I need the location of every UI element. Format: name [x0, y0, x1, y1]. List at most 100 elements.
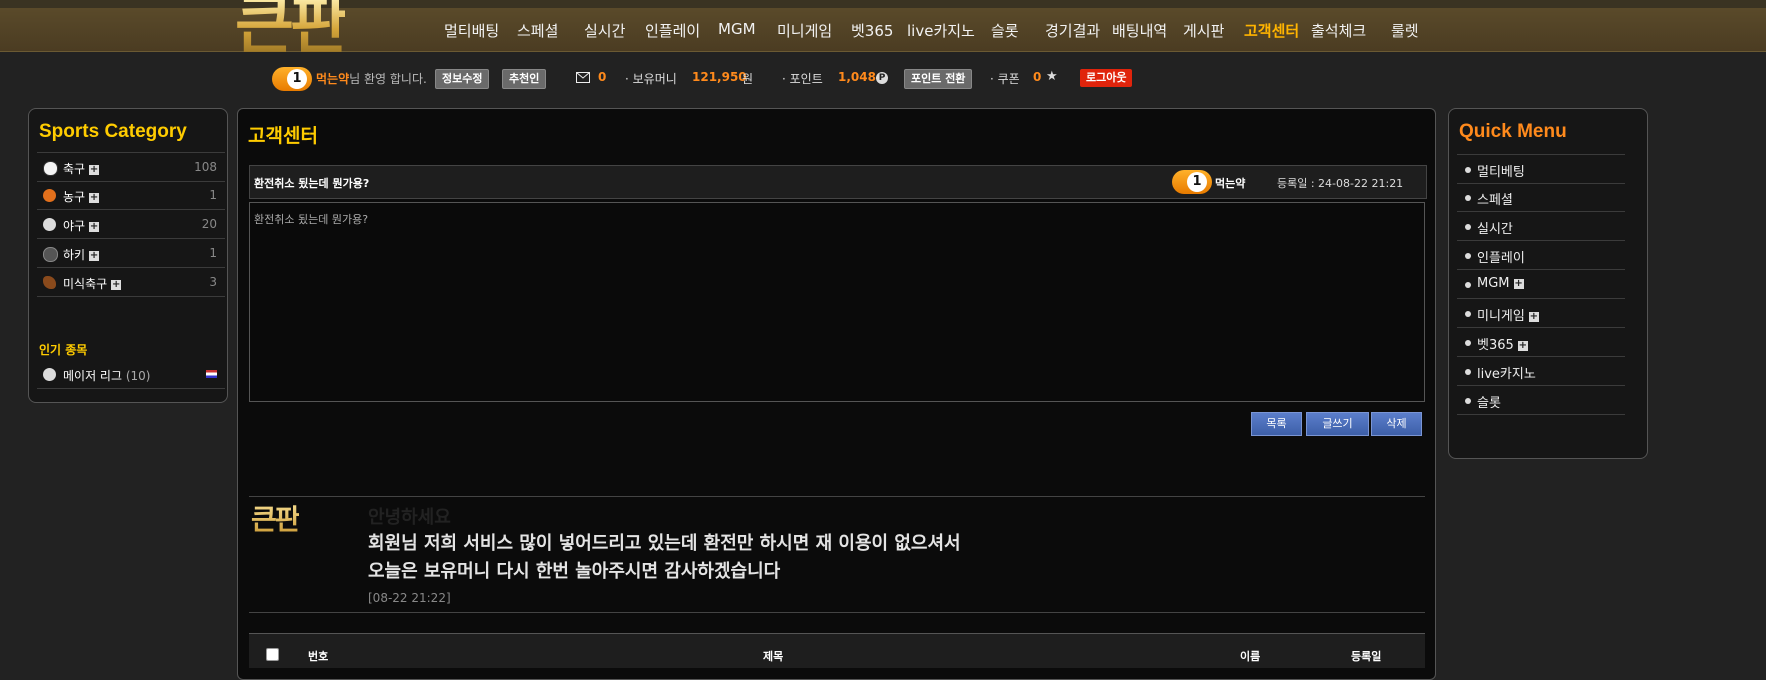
sports-category-panel: Sports Category 축구 + 108 농구 + 1 야구 + 20 하키 +… [28, 108, 228, 403]
quick-item-live[interactable]: 실시간 [1457, 212, 1625, 241]
quick-item-live-casino[interactable]: live카지노 [1457, 357, 1625, 386]
expand-icon[interactable]: + [89, 193, 100, 203]
user-greeting: 먹는약님 환영 합니다. [316, 72, 427, 86]
expand-icon[interactable]: + [89, 165, 100, 175]
nav-live[interactable]: 실시간 [584, 20, 625, 41]
sport-item-basketball[interactable]: 농구 + 1 [37, 181, 225, 210]
star-icon: ★ [1046, 69, 1058, 84]
mail-icon[interactable] [576, 72, 590, 86]
point-label: · 포인트 [782, 72, 823, 86]
nav-minigame[interactable]: 미니게임 [777, 20, 832, 41]
list-button[interactable]: 목록 [1251, 412, 1302, 436]
reply-date: [08-22 21:22] [368, 591, 451, 605]
point-convert-button[interactable]: 포인트 전환 [904, 69, 973, 89]
write-button[interactable]: 글쓰기 [1306, 412, 1369, 436]
col-name: 이름 [1240, 650, 1261, 663]
nav-bet-history[interactable]: 배팅내역 [1112, 20, 1167, 41]
bullet-icon [1465, 253, 1471, 259]
basketball-icon [43, 189, 56, 202]
american-football-icon [43, 276, 56, 289]
expand-icon[interactable]: + [1517, 341, 1528, 351]
sport-item-american-football[interactable]: 미식축구 + 3 [37, 268, 225, 297]
nav-mgm[interactable]: MGM [718, 20, 756, 38]
baseball-icon [43, 218, 56, 231]
bullet-icon [1465, 167, 1471, 173]
point-icon: P [876, 72, 888, 84]
logout-button[interactable]: 로그아웃 [1080, 69, 1133, 87]
select-all-checkbox[interactable] [266, 648, 279, 661]
post-subject: 환전취소 됬는데 뭔가용? [254, 177, 370, 190]
money-value: 121,950 [692, 70, 747, 84]
admin-reply: 큰판 안녕하세요 회원님 저희 서비스 많이 넣어드리고 있는데 환전만 하시면… [249, 496, 1425, 613]
popular-item-mlb[interactable]: 메이저 리그 (10) [37, 360, 225, 389]
nav-bet365[interactable]: 벳365 [851, 20, 893, 41]
nav-attendance[interactable]: 출석체크 [1311, 20, 1366, 41]
nav-multi-betting[interactable]: 멀티배팅 [444, 20, 499, 41]
nav-results[interactable]: 경기결과 [1045, 20, 1100, 41]
hockey-icon [43, 247, 58, 262]
sport-item-soccer[interactable]: 축구 + 108 [37, 152, 225, 182]
expand-icon[interactable]: + [1528, 312, 1539, 322]
nav-board[interactable]: 게시판 [1183, 20, 1224, 41]
bullet-icon [1465, 282, 1471, 288]
customer-center-content: 고객센터 환전취소 됬는데 뭔가용? 1 먹는약 등록일 : 24-08-22 … [237, 108, 1436, 680]
bullet-icon [1465, 311, 1471, 317]
post-header: 환전취소 됬는데 뭔가용? 1 먹는약 등록일 : 24-08-22 21:21 [249, 165, 1427, 199]
bullet-icon [1465, 224, 1471, 230]
post-date: 등록일 : 24-08-22 21:21 [1277, 177, 1404, 190]
expand-icon[interactable]: + [89, 222, 100, 232]
post-body-text: 환전취소 됬는데 뭔가용? [254, 213, 369, 226]
recommender-button[interactable]: 추천인 [502, 69, 547, 89]
page-title: 고객센터 [248, 125, 318, 147]
sport-item-hockey[interactable]: 하키 + 1 [37, 239, 225, 268]
quick-menu-title: Quick Menu [1459, 121, 1567, 142]
soccer-ball-icon [43, 161, 58, 176]
col-subject: 제목 [763, 650, 784, 663]
post-author: 먹는약 [1215, 177, 1246, 190]
reply-greeting: 안녕하세요 [368, 507, 451, 528]
reply-line-1: 회원님 저희 서비스 많이 넣어드리고 있는데 환전만 하시면 재 이용이 없으… [368, 533, 961, 554]
popular-sports-title: 인기 종목 [39, 343, 88, 357]
quick-menu-panel: Quick Menu 멀티베팅 스페셜 실시간 인플레이 MGM + 미니게임 + … [1448, 108, 1648, 459]
level-badge: 1 [272, 67, 312, 91]
money-unit: 원 [742, 72, 754, 86]
nav-roulette[interactable]: 룰렛 [1391, 20, 1419, 41]
edit-info-button[interactable]: 정보수정 [435, 69, 490, 89]
user-bar: 1 먹는약님 환영 합니다. 정보수정 추천인 0 · 보유머니 121,950… [0, 64, 1766, 94]
author-level-badge: 1 [1172, 170, 1212, 194]
col-date: 등록일 [1351, 650, 1382, 663]
nav-live-casino[interactable]: live카지노 [907, 20, 975, 41]
delete-button[interactable]: 삭제 [1371, 412, 1422, 436]
bullet-icon [1465, 340, 1471, 346]
expand-icon[interactable]: + [89, 251, 100, 261]
quick-item-multi-betting[interactable]: 멀티베팅 [1457, 154, 1625, 184]
message-count: 0 [598, 70, 607, 84]
expand-icon[interactable]: + [1513, 279, 1524, 289]
quick-item-mgm[interactable]: MGM + [1457, 270, 1625, 299]
site-logo[interactable]: 큰판 [235, 0, 345, 56]
money-label: · 보유머니 [625, 72, 677, 86]
us-flag-icon [206, 370, 217, 378]
post-body: 환전취소 됬는데 뭔가용? [249, 202, 1425, 402]
nav-inplay[interactable]: 인플레이 [645, 20, 700, 41]
quick-item-special[interactable]: 스페셜 [1457, 183, 1625, 212]
baseball-icon [43, 368, 56, 381]
coupon-value: 0 [1033, 70, 1042, 84]
quick-item-minigame[interactable]: 미니게임 + [1457, 299, 1625, 328]
expand-icon[interactable]: + [111, 280, 122, 290]
bullet-icon [1465, 195, 1471, 201]
quick-item-slot[interactable]: 슬롯 [1457, 386, 1625, 415]
nav-customer-center[interactable]: 고객센터 [1244, 20, 1299, 41]
bullet-icon [1465, 369, 1471, 375]
coupon-label: · 쿠폰 [990, 72, 1020, 86]
nav-slot[interactable]: 슬롯 [991, 20, 1019, 41]
quick-item-inplay[interactable]: 인플레이 [1457, 241, 1625, 270]
sport-item-baseball[interactable]: 야구 + 20 [37, 210, 225, 239]
main-nav: 큰판 멀티배팅 스페셜 실시간 인플레이 MGM 미니게임 벳365 live카… [0, 0, 1766, 56]
col-no: 번호 [308, 650, 329, 663]
reply-line-2: 오늘은 보유머니 다시 한번 놀아주시면 감사하겠습니다 [368, 561, 781, 582]
reply-logo: 큰판 [251, 498, 301, 538]
sports-category-title: Sports Category [39, 121, 187, 142]
quick-item-bet365[interactable]: 벳365 + [1457, 328, 1625, 357]
nav-special[interactable]: 스페셜 [517, 20, 558, 41]
